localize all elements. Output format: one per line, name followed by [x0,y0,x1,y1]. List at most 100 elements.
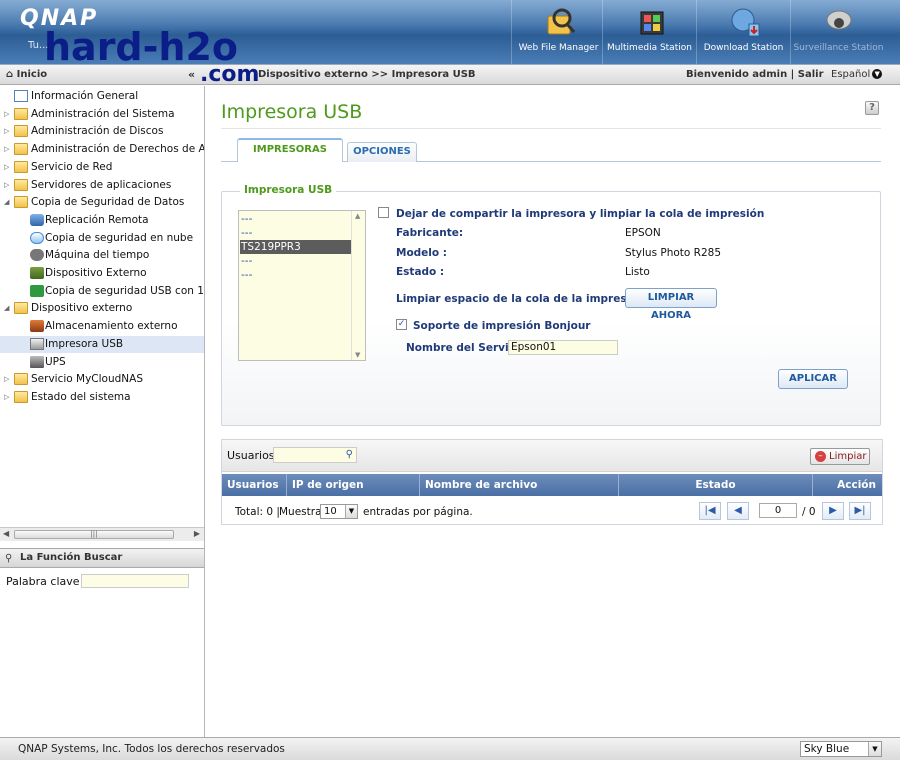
multimedia-station-button[interactable]: Multimedia Station [602,0,696,64]
scroll-down-icon[interactable]: ▼ [355,351,360,359]
scroll-right-icon[interactable]: ▶ [194,529,200,538]
prev-page-button[interactable]: ◀ [727,502,749,520]
watermark-text: hard-h2o [44,25,239,69]
expand-icon[interactable]: ▷ [4,141,12,158]
sidebar-item-label: Almacenamiento externo [45,320,178,333]
stop-sharing-checkbox[interactable] [378,207,389,218]
sidebar-item-almacenamiento-externo[interactable]: Almacenamiento externo [0,318,204,335]
column-accion[interactable]: Acción [813,474,882,496]
page-number-input[interactable]: 0 [759,503,797,518]
folder-icon [14,125,28,138]
sidebar-item-estado-del-sistema[interactable]: ▷ Estado del sistema [0,389,204,406]
sidebar-item-copia-de-seguridad-en-nube[interactable]: Copia de seguridad en nube [0,230,204,247]
sidebar-item-label: Estado del sistema [31,390,131,403]
breadcrumb: Dispositivo externo >> Impresora USB [258,69,476,80]
tab-opciones[interactable]: OPCIONES [347,142,417,162]
sidebar-item-dispositivo-externo[interactable]: Dispositivo Externo [0,265,204,282]
sidebar-item-dispositivo-externo[interactable]: ◢ Dispositivo externo [0,300,204,317]
sidebar-item-copia-de-seguridad-usb-con-1-bo[interactable]: Copia de seguridad USB con 1 bo [0,283,204,300]
footer: QNAP Systems, Inc. Todos los derechos re… [0,737,900,760]
keyword-input[interactable] [81,574,189,588]
clear-button[interactable]: – Limpiar [810,448,870,465]
expand-icon[interactable]: ▷ [4,177,12,194]
prev-page-icon: ◀ [734,505,742,516]
manufacturer-value: EPSON [625,227,661,239]
expand-icon[interactable]: ▷ [4,159,12,176]
page-size-select[interactable]: 10 ▼ [320,504,358,519]
collapse-icon[interactable]: ◢ [4,300,12,317]
sidebar-item-servicio-mycloudnas[interactable]: ▷ Servicio MyCloudNAS [0,371,204,388]
sidebar: Información General ▷ Administración del S… [0,86,205,737]
title-divider [221,128,881,129]
multimedia-station-label: Multimedia Station [607,43,692,53]
search-icon: ⚲ [5,553,13,564]
sidebar-item-replicación-remota[interactable]: Replicación Remota [0,212,204,229]
bonjour-label: Soporte de impresión Bonjour [413,320,591,332]
last-page-button[interactable]: ▶| [849,502,871,520]
welcome-logout[interactable]: Bienvenido admin | Salir [686,69,824,80]
sidebar-item-administración-de-discos[interactable]: ▷ Administración de Discos [0,123,204,140]
users-search-input[interactable]: ⚲ [273,447,357,463]
web-file-manager-button[interactable]: Web File Manager [511,0,605,64]
tab-impresoras[interactable]: IMPRESORAS [237,138,343,162]
page-title: Impresora USB [221,101,363,123]
column-ip-origen[interactable]: IP de origen [287,474,420,496]
service-name-input[interactable]: Epson01 [508,340,618,355]
sidebar-item-label: Máquina del tiempo [45,249,150,262]
list-item[interactable]: --- [240,226,351,240]
sidebar-item-copia-de-seguridad-de-datos[interactable]: ◢ Copia de Seguridad de Datos [0,194,204,211]
download-station-label: Download Station [703,43,784,53]
search-panel-header[interactable]: ⚲ La Función Buscar [0,548,204,568]
search-panel-title: La Función Buscar [20,552,123,563]
scrollbar-thumb[interactable]: ||| [14,530,174,539]
list-item[interactable]: --- [240,268,351,282]
sidebar-item-administración-de-derechos-de-acce[interactable]: ▷ Administración de Derechos de Acce [0,141,204,158]
printer-list-scrollbar[interactable]: ▲ ▼ [351,211,365,360]
printer-list[interactable]: --- --- TS219PPR3 --- --- ▲ ▼ [238,210,366,361]
surveillance-station-button[interactable]: Surveillance Station [790,0,886,64]
cloud-backup-icon [30,231,44,244]
download-station-button[interactable]: Download Station [696,0,790,64]
language-select[interactable]: Español ▼ [831,69,883,80]
sidebar-item-label: UPS [45,355,66,368]
list-item[interactable]: --- [240,254,351,268]
sidebar-item-impresora-usb[interactable]: Impresora USB [0,335,204,353]
sidebar-item-servidores-de-aplicaciones[interactable]: ▷ Servidores de aplicaciones [0,177,204,194]
collapse-sidebar-button[interactable]: « [188,68,200,82]
list-item[interactable]: --- [240,212,351,226]
page-size-value: 10 [324,506,337,517]
sidebar-horizontal-scrollbar[interactable]: ◀ ||| ▶ [0,527,204,541]
folder-open-icon [14,196,28,209]
help-icon[interactable]: ? [865,101,879,115]
sidebar-item-ups[interactable]: UPS [0,354,204,371]
folder-open-icon [14,302,28,315]
expand-icon[interactable]: ▷ [4,106,12,123]
theme-select[interactable]: Sky Blue ▼ [800,741,882,757]
search-icon[interactable]: ⚲ [346,449,353,460]
sidebar-item-label: Copia de seguridad USB con 1 bo [45,284,204,297]
page-total: / 0 [802,506,816,518]
list-item-selected[interactable]: TS219PPR3 [240,240,351,254]
column-estado[interactable]: Estado [619,474,813,496]
next-page-button[interactable]: ▶ [822,502,844,520]
clear-icon: – [815,451,826,462]
sidebar-item-información-general[interactable]: Información General [0,88,204,105]
scroll-left-icon[interactable]: ◀ [3,529,9,538]
expand-icon[interactable]: ▷ [4,389,12,406]
first-page-button[interactable]: |◀ [699,502,721,520]
sidebar-item-servicio-de-red[interactable]: ▷ Servicio de Red [0,159,204,176]
home-link[interactable]: ⌂ Inicio [6,69,47,80]
collapse-icon[interactable]: ◢ [4,194,12,211]
bonjour-checkbox[interactable]: ✓ [396,319,407,330]
ups-icon [30,355,44,368]
column-usuarios[interactable]: Usuarios [222,474,287,496]
expand-icon[interactable]: ▷ [4,371,12,388]
sidebar-item-máquina-del-tiempo[interactable]: Máquina del tiempo [0,247,204,264]
last-page-icon: ▶| [854,505,866,516]
clear-now-button[interactable]: LIMPIAR AHORA [625,288,717,321]
sidebar-item-administración-del-sistema[interactable]: ▷ Administración del Sistema [0,106,204,123]
expand-icon[interactable]: ▷ [4,123,12,140]
apply-button[interactable]: APLICAR [778,369,848,389]
column-nombre-archivo[interactable]: Nombre de archivo [420,474,619,496]
scroll-up-icon[interactable]: ▲ [355,212,360,220]
